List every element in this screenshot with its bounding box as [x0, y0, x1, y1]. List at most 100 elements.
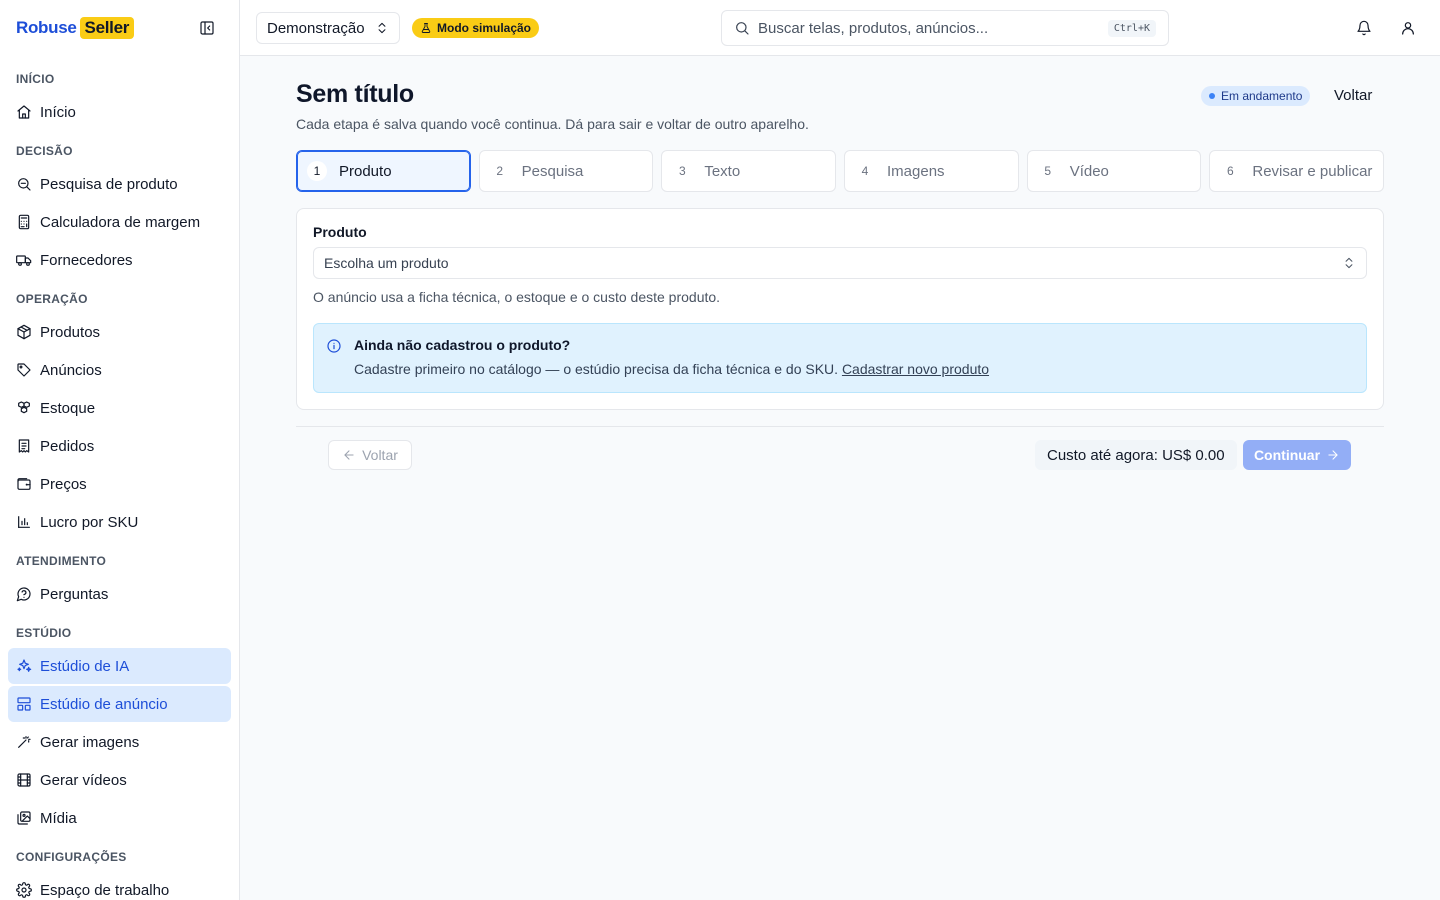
sidebar-item-pedidos[interactable]: Pedidos [8, 428, 231, 464]
main-content: Sem título Cada etapa é salva quando voc… [240, 56, 1440, 900]
sidebar-item-estoque[interactable]: Estoque [8, 390, 231, 426]
info-title: Ainda não cadastrou o produto? [354, 337, 571, 353]
sidebar-item-label: Perguntas [40, 585, 109, 603]
arrow-left-icon [342, 448, 356, 462]
workspace-select[interactable]: Demonstração [256, 12, 400, 44]
bar-chart-icon [16, 514, 32, 530]
step-imagens[interactable]: 4 Imagens [844, 150, 1019, 192]
continue-button[interactable]: Continuar [1243, 440, 1351, 470]
boxes-icon [16, 400, 32, 416]
header-back-link[interactable]: Voltar [1334, 87, 1372, 104]
nav-gap [0, 542, 239, 550]
sidebar-item-label: Estoque [40, 399, 96, 417]
step-pesquisa[interactable]: 2 Pesquisa [478, 150, 654, 192]
product-field-label: Produto [313, 224, 367, 240]
sidebar-item-label: Produtos [40, 323, 101, 341]
step-label: Vídeo [1069, 162, 1109, 180]
sidebar-item-produtos[interactable]: Produtos [8, 314, 231, 350]
arrow-right-icon [1326, 448, 1340, 462]
sidebar-item-anuncios[interactable]: Anúncios [8, 352, 231, 388]
simulation-badge: Modo simulação [412, 18, 540, 38]
step-number: 2 [496, 164, 504, 178]
gear-icon [16, 882, 32, 898]
search-zoom-icon [16, 176, 32, 192]
tag-icon [16, 362, 32, 378]
calculator-icon [16, 214, 32, 230]
continue-button-label: Continuar [1253, 447, 1321, 463]
sidebar-nav: INÍCIO Início DECISÃO Pesquisa de produto Ca… [0, 56, 239, 900]
sidebar-item-estudio-de-anuncio[interactable]: Estúdio de anúncio [8, 686, 231, 722]
step-number: 3 [679, 164, 686, 178]
nav-section-title: OPERAÇÃO [16, 292, 88, 306]
sidebar: Robuse Seller INÍCIO Início DECISÃO Pesquis… [0, 0, 240, 900]
sidebar-item-inicio[interactable]: Início [8, 94, 231, 130]
info-text: Cadastre primeiro no catálogo — o estúdi… [354, 361, 842, 377]
info-text-wrap: Cadastre primeiro no catálogo — o estúdi… [354, 361, 989, 377]
sidebar-item-label: Pesquisa de produto [40, 175, 178, 193]
step-label: Revisar e publicar [1252, 162, 1373, 180]
sidebar-item-gerar-imagens[interactable]: Gerar imagens [8, 724, 231, 760]
step-label: Pesquisa [521, 162, 584, 180]
cost-so-far: Custo até agora: US$ 0.00 [1035, 440, 1237, 470]
sidebar-item-label: Mídia [40, 809, 77, 827]
flask-icon [420, 22, 432, 34]
step-number: 1 [307, 161, 327, 181]
package-icon [16, 324, 32, 340]
sidebar-item-label: Preços [40, 475, 87, 493]
step-number: 5 [1044, 164, 1052, 178]
nav-gap [0, 614, 239, 622]
page-title: Sem título [296, 80, 414, 108]
sidebar-item-perguntas[interactable]: Perguntas [8, 576, 231, 612]
nav-gap [0, 280, 239, 288]
sidebar-item-label: Pedidos [40, 437, 95, 455]
brand-badge: Seller [79, 17, 135, 39]
chevrons-up-down-icon [1342, 256, 1356, 270]
sidebar-item-lucro-por-sku[interactable]: Lucro por SKU [8, 504, 231, 540]
search-input[interactable] [758, 19, 1098, 37]
sidebar-item-espaco-de-trabalho[interactable]: Espaço de trabalho [8, 872, 231, 900]
sidebar-item-label: Estúdio de IA [40, 657, 130, 675]
global-search[interactable]: Ctrl+K [721, 10, 1169, 46]
nav-section-title: ATENDIMENTO [16, 554, 107, 568]
step-revisar-e-publicar[interactable]: 6 Revisar e publicar [1209, 150, 1385, 192]
product-select[interactable]: Escolha um produto [313, 247, 1367, 279]
user-icon[interactable] [1398, 18, 1418, 38]
truck-icon [16, 252, 32, 268]
sidebar-item-precos[interactable]: Preços [8, 466, 231, 502]
sidebar-item-label: Fornecedores [40, 251, 133, 269]
sidebar-item-gerar-videos[interactable]: Gerar vídeos [8, 762, 231, 798]
register-product-link[interactable]: Cadastrar novo produto [842, 361, 989, 377]
film-icon [16, 772, 32, 788]
sidebar-item-label: Início [40, 103, 76, 121]
topbar: Demonstração Modo simulação Ctrl+K [240, 0, 1440, 56]
product-select-placeholder: Escolha um produto [324, 255, 449, 271]
layout-icon [16, 696, 32, 712]
bell-icon[interactable] [1354, 18, 1374, 38]
step-number: 4 [861, 164, 869, 178]
sidebar-item-pesquisa-de-produto[interactable]: Pesquisa de produto [8, 166, 231, 202]
step-texto[interactable]: 3 Texto [661, 150, 837, 192]
search-icon [734, 20, 750, 36]
info-icon [326, 338, 342, 354]
product-card: Produto Escolha um produto O anúncio usa… [296, 208, 1384, 410]
step-label: Produto [339, 162, 392, 180]
sidebar-item-fornecedores[interactable]: Fornecedores [8, 242, 231, 278]
sidebar-item-label: Anúncios [40, 361, 102, 379]
sidebar-item-midia[interactable]: Mídia [8, 800, 231, 836]
workspace-name: Demonstração [267, 19, 365, 37]
home-icon [16, 104, 32, 120]
wand-icon [16, 734, 32, 750]
step-produto[interactable]: 1 Produto [296, 150, 471, 192]
step-video[interactable]: 5 Vídeo [1026, 150, 1202, 192]
chevrons-up-down-icon [375, 21, 389, 35]
sidebar-collapse-icon[interactable] [198, 19, 216, 37]
status-badge-label: Em andamento [1221, 89, 1303, 103]
wizard-steps: 1 Produto 2 Pesquisa 3 Texto 4 Imagens 5 Vídeo 6 Re… [296, 150, 1385, 192]
product-field-help: O anúncio usa a ficha técnica, o estoque… [313, 289, 721, 305]
back-button[interactable]: Voltar [328, 440, 412, 470]
sidebar-item-label: Calculadora de margem [40, 213, 201, 231]
page-subtitle: Cada etapa é salva quando você continua.… [296, 116, 809, 132]
sidebar-item-estudio-de-ia[interactable]: Estúdio de IA [8, 648, 231, 684]
sidebar-item-calculadora-de-margem[interactable]: Calculadora de margem [8, 204, 231, 240]
footer-divider [296, 426, 1384, 427]
